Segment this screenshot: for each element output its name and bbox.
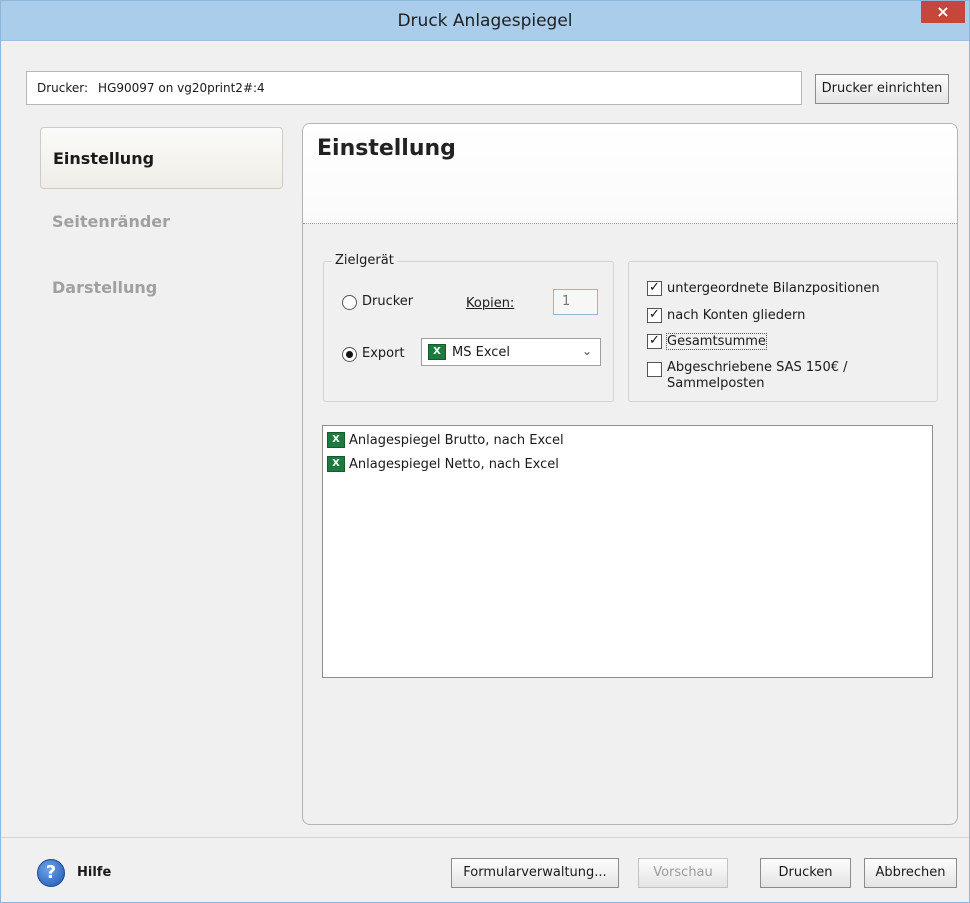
- copies-input[interactable]: 1: [553, 289, 598, 315]
- excel-icon: X: [327, 432, 345, 448]
- form-management-button[interactable]: Formularverwaltung...: [451, 858, 619, 888]
- nav-item-seitenraender[interactable]: Seitenränder: [40, 191, 283, 253]
- option-label-sammelposten-line2[interactable]: Sammelposten: [667, 376, 764, 391]
- excel-icon: X: [327, 456, 345, 472]
- panel-header: Einstellung: [303, 124, 957, 224]
- help-label[interactable]: Hilfe: [77, 865, 111, 880]
- option-label-sammelposten-line1[interactable]: Abgeschriebene SAS 150€ /: [667, 360, 848, 375]
- option-checkbox-konten[interactable]: ✓: [647, 308, 662, 323]
- export-format-select[interactable]: X MS Excel ⌄: [421, 338, 601, 366]
- preview-button[interactable]: Vorschau: [638, 858, 728, 888]
- printer-label: Drucker:: [37, 81, 89, 95]
- panel-title: Einstellung: [317, 136, 456, 161]
- report-list[interactable]: X Anlagespiegel Brutto, nach Excel X Anl…: [322, 425, 933, 678]
- window-title: Druck Anlagespiegel: [397, 11, 573, 31]
- print-button[interactable]: Drucken: [760, 858, 851, 888]
- cancel-button[interactable]: Abbrechen: [864, 858, 957, 888]
- option-checkbox-sammelposten[interactable]: [647, 362, 662, 377]
- chevron-down-icon: ⌄: [581, 344, 592, 358]
- title-bar[interactable]: Druck Anlagespiegel ×: [1, 1, 969, 41]
- printer-value: HG90097 on vg20print2#:4: [98, 81, 265, 95]
- printer-radio-label[interactable]: Drucker: [362, 294, 413, 309]
- report-label: Anlagespiegel Netto, nach Excel: [349, 457, 559, 472]
- printer-radio[interactable]: [342, 295, 357, 310]
- target-device-group: Zielgerät Drucker Kopien: 1 Export X MS …: [323, 253, 614, 402]
- option-label-bilanzpositionen[interactable]: untergeordnete Bilanzpositionen: [667, 281, 880, 296]
- options-group: ✓ untergeordnete Bilanzpositionen ✓ nach…: [628, 261, 938, 402]
- help-icon[interactable]: ?: [37, 859, 65, 887]
- option-checkbox-bilanzpositionen[interactable]: ✓: [647, 281, 662, 296]
- printer-setup-button[interactable]: Drucker einrichten: [815, 74, 949, 104]
- printer-field: Drucker: HG90097 on vg20print2#:4: [26, 71, 802, 105]
- export-radio[interactable]: [342, 347, 357, 362]
- footer-divider: [1, 837, 969, 838]
- nav-item-darstellung[interactable]: Darstellung: [40, 257, 283, 319]
- option-checkbox-gesamtsumme[interactable]: ✓: [647, 334, 662, 349]
- option-label-konten[interactable]: nach Konten gliedern: [667, 308, 805, 323]
- excel-icon: X: [428, 344, 446, 360]
- target-device-legend: Zielgerät: [332, 253, 397, 268]
- copies-label: Kopien:: [466, 296, 515, 311]
- close-button[interactable]: ×: [921, 1, 965, 23]
- report-label: Anlagespiegel Brutto, nach Excel: [349, 433, 564, 448]
- nav-item-einstellung[interactable]: Einstellung: [40, 127, 283, 189]
- export-format-value: MS Excel: [452, 345, 511, 360]
- print-dialog: Druck Anlagespiegel × Drucker: HG90097 on…: [0, 0, 970, 903]
- option-label-gesamtsumme[interactable]: Gesamtsumme: [666, 333, 767, 350]
- close-icon: ×: [936, 2, 950, 21]
- export-radio-label[interactable]: Export: [362, 346, 405, 361]
